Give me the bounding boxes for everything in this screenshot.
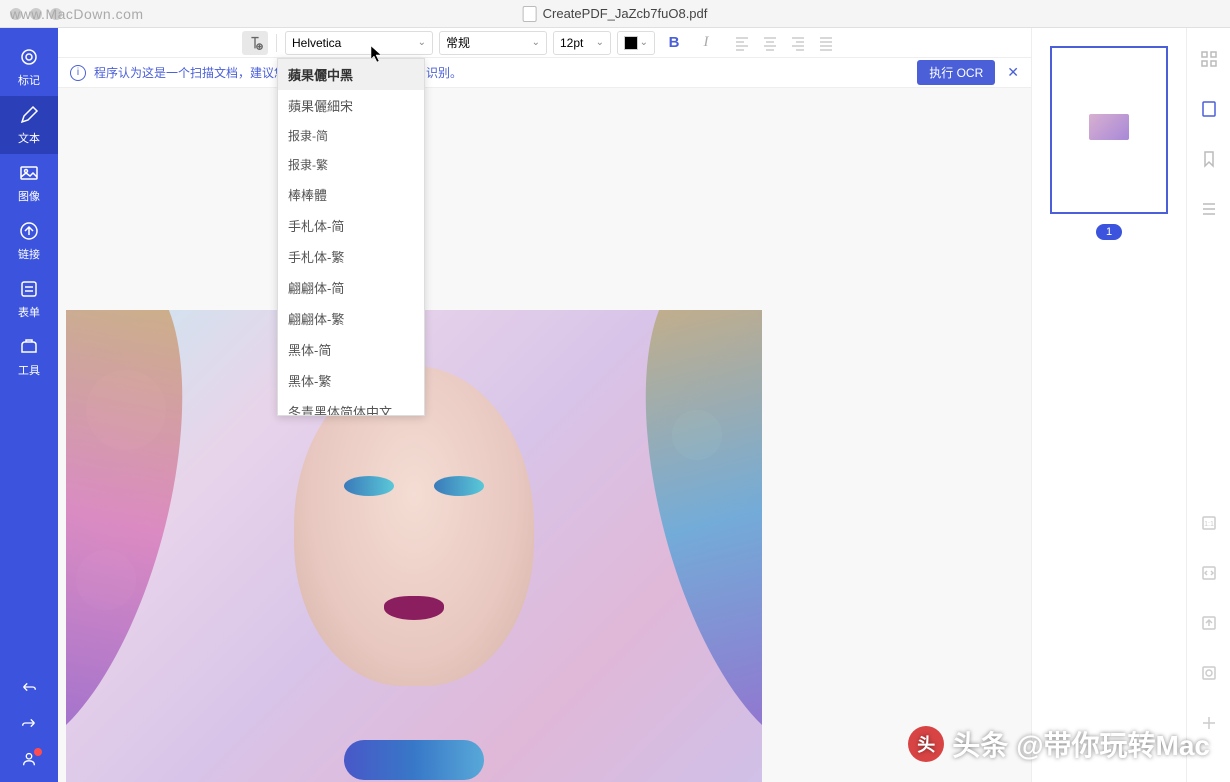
svg-text:1:1: 1:1: [1204, 521, 1214, 528]
sidebar-label: 标记: [18, 72, 40, 88]
code-button[interactable]: [1198, 562, 1220, 584]
font-size-select[interactable]: 12pt ⌄: [553, 31, 611, 55]
font-option[interactable]: 手札体-简: [278, 210, 424, 241]
font-color-select[interactable]: ⌄: [617, 31, 655, 55]
document-title: CreatePDF_JaZcb7fuO8.pdf: [523, 6, 708, 22]
title-bar: www.MacDown.com CreatePDF_JaZcb7fuO8.pdf: [0, 0, 1230, 28]
text-toolbar: Helvetica ⌄ 常规 ⌄ 12pt ⌄ ⌄ B I: [58, 28, 1031, 58]
font-style-value: 常规: [446, 34, 470, 51]
thumbnail-preview-icon: [1089, 114, 1129, 140]
font-option[interactable]: 黑体-繁: [278, 365, 424, 396]
font-option[interactable]: 翩翩体-繁: [278, 303, 424, 334]
grid-view-button[interactable]: [1198, 48, 1220, 70]
main-area: Helvetica ⌄ 常规 ⌄ 12pt ⌄ ⌄ B I: [58, 28, 1031, 782]
align-justify-button[interactable]: [813, 31, 839, 55]
pencil-icon: [18, 104, 40, 126]
chevron-down-icon: ⌄: [532, 37, 540, 48]
target-icon: [18, 46, 40, 68]
italic-button[interactable]: I: [693, 31, 719, 55]
sidebar-item-tools[interactable]: 工具: [0, 328, 58, 386]
color-swatch-icon: [624, 36, 638, 50]
font-option[interactable]: 报隶-简: [278, 121, 424, 150]
align-left-button[interactable]: [729, 31, 755, 55]
sidebar-item-markup[interactable]: 标记: [0, 38, 58, 96]
search-page-button[interactable]: [1198, 662, 1220, 684]
left-sidebar: 标记 文本 图像 链接 表单: [0, 28, 58, 782]
sidebar-item-link[interactable]: 链接: [0, 212, 58, 270]
notice-text-tail: 识别。: [426, 64, 462, 81]
font-option[interactable]: 翩翩体-简: [278, 272, 424, 303]
image-icon: [18, 162, 40, 184]
right-rail: 1:1: [1186, 28, 1230, 782]
bold-button[interactable]: B: [661, 31, 687, 55]
thumbnail-view-button[interactable]: [1198, 98, 1220, 120]
page-thumbnail[interactable]: [1050, 46, 1168, 214]
channel-watermark: 头 头条 @带你玩转Mac: [908, 724, 1210, 764]
chevron-down-icon: ⌄: [640, 37, 648, 48]
chevron-down-icon: ⌄: [418, 37, 426, 48]
info-icon: i: [70, 65, 86, 81]
watermark-prefix: 头条: [952, 724, 1008, 764]
avatar-icon: 头: [908, 726, 944, 762]
export-button[interactable]: [1198, 612, 1220, 634]
sidebar-label: 表单: [18, 304, 40, 320]
toolbox-icon: [18, 336, 40, 358]
font-option[interactable]: 蘋果儷中黑: [278, 59, 424, 90]
font-family-select[interactable]: Helvetica ⌄: [285, 31, 433, 55]
watermark-handle: @带你玩转Mac: [1016, 724, 1210, 764]
font-option[interactable]: 冬青黑体简体中文: [278, 396, 424, 416]
font-option[interactable]: 手札体-繁: [278, 241, 424, 272]
align-right-button[interactable]: [785, 31, 811, 55]
sidebar-label: 工具: [18, 362, 40, 378]
thumbnail-panel: 1: [1031, 28, 1186, 782]
font-option[interactable]: 棒棒體: [278, 179, 424, 210]
font-option[interactable]: 蘋果儷細宋: [278, 90, 424, 121]
font-dropdown-menu[interactable]: 蘋果儷中黑 蘋果儷細宋 报隶-简 报隶-繁 棒棒體 手札体-简 手札体-繁 翩翩…: [277, 58, 425, 416]
user-icon[interactable]: [20, 750, 38, 768]
fit-width-button[interactable]: 1:1: [1198, 512, 1220, 534]
sidebar-item-text[interactable]: 文本: [0, 96, 58, 154]
font-option[interactable]: 黑体-简: [278, 334, 424, 365]
font-style-select[interactable]: 常规 ⌄: [439, 31, 547, 55]
form-icon: [18, 278, 40, 300]
document-canvas[interactable]: [58, 88, 1031, 782]
filename-label: CreatePDF_JaZcb7fuO8.pdf: [543, 6, 708, 21]
undo-icon[interactable]: [20, 678, 38, 696]
file-icon: [523, 6, 537, 22]
outline-button[interactable]: [1198, 198, 1220, 220]
sidebar-item-image[interactable]: 图像: [0, 154, 58, 212]
sidebar-label: 链接: [18, 246, 40, 262]
close-notice-button[interactable]: ✕: [1007, 64, 1019, 81]
font-option[interactable]: 报隶-繁: [278, 150, 424, 179]
ocr-notice-bar: i 程序认为这是一个扫描文档，建议您 识别。 执行 OCR ✕: [58, 58, 1031, 88]
add-text-button[interactable]: [242, 31, 268, 55]
redo-icon[interactable]: [20, 714, 38, 732]
font-family-value: Helvetica: [292, 36, 341, 50]
run-ocr-button[interactable]: 执行 OCR: [917, 60, 995, 85]
sidebar-item-form[interactable]: 表单: [0, 270, 58, 328]
sidebar-label: 文本: [18, 130, 40, 146]
site-watermark: www.MacDown.com: [10, 6, 144, 22]
page-number-badge: 1: [1096, 224, 1122, 240]
bookmark-button[interactable]: [1198, 148, 1220, 170]
sidebar-label: 图像: [18, 188, 40, 204]
send-icon: [18, 220, 40, 242]
notice-text: 程序认为这是一个扫描文档，建议您: [94, 64, 286, 81]
chevron-down-icon: ⌄: [596, 37, 604, 48]
font-size-value: 12pt: [560, 36, 583, 50]
align-center-button[interactable]: [757, 31, 783, 55]
